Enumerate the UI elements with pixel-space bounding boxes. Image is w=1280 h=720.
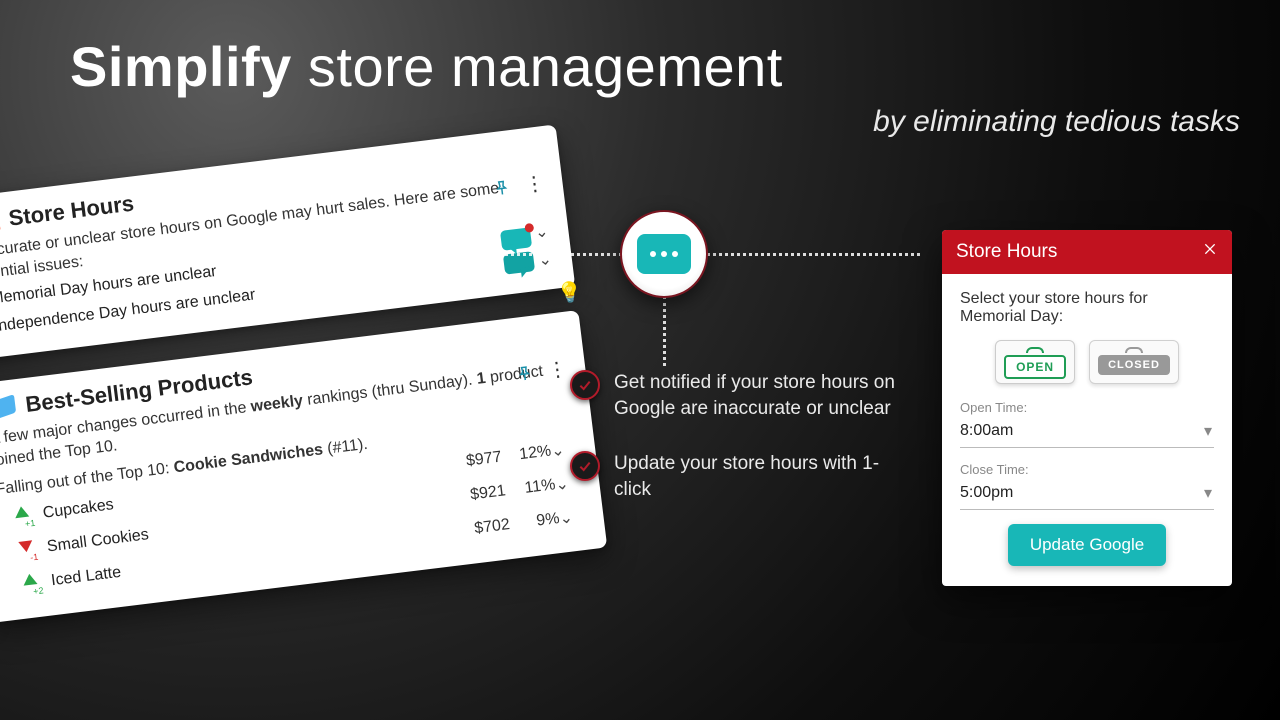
open-sign-icon: OPEN (0, 207, 1, 237)
open-time-select[interactable]: 8:00am ▾ (960, 417, 1214, 448)
card-stack: OPEN Store Hours ⋮ Inaccurate or unclear… (0, 124, 610, 646)
chevron-down-icon: ⌄ (558, 506, 584, 529)
connector-line (663, 296, 666, 366)
feature-bullet: Update your store hours with 1-click (570, 451, 900, 502)
connector-line (500, 253, 628, 256)
feature-bullets: Get notified if your store hours on Goog… (570, 370, 900, 503)
close-time-label: Close Time: (960, 462, 1214, 477)
chat-icon[interactable] (500, 228, 535, 275)
update-google-button[interactable]: Update Google (1008, 524, 1166, 566)
check-icon (570, 451, 600, 481)
product-pct: 11% (505, 476, 557, 500)
close-time-select[interactable]: 5:00pm ▾ (960, 479, 1214, 510)
open-label: OPEN (1004, 355, 1066, 379)
headline-main: Simplify store management (70, 34, 1240, 99)
delta: +1 (16, 517, 45, 530)
chat-center-icon (620, 210, 708, 298)
best-selling-card: Best-Selling Products ⋮ A few major chan… (0, 310, 607, 623)
close-time-field: Close Time: 5:00pm ▾ (960, 462, 1214, 510)
dialog-prompt: Select your store hours for Memorial Day… (960, 290, 1214, 326)
open-toggle[interactable]: OPEN (995, 340, 1075, 384)
t: weekly (250, 393, 304, 416)
closed-label: CLOSED (1098, 355, 1170, 375)
product-pct: 9% (509, 510, 561, 534)
store-hours-dialog: Store Hours Select your store hours for … (942, 230, 1232, 586)
caret-down-icon: ▾ (1204, 421, 1212, 441)
trend-up-icon (13, 499, 29, 519)
closed-toggle[interactable]: CLOSED (1089, 340, 1179, 384)
headline-rest: store management (292, 35, 783, 98)
headline-sub: by eliminating tedious tasks (70, 105, 1240, 139)
more-icon[interactable]: ⋮ (546, 356, 569, 383)
dialog-titlebar: Store Hours (942, 230, 1232, 274)
caret-down-icon: ▾ (1204, 483, 1212, 503)
connector-line (700, 253, 920, 256)
feature-bullet: Get notified if your store hours on Goog… (570, 370, 900, 421)
trend-up-icon (21, 566, 37, 586)
headline-bold: Simplify (70, 35, 292, 98)
t: (#11). (322, 436, 369, 458)
pin-icon[interactable] (515, 364, 535, 384)
chevron-down-icon: ⌄ (534, 221, 550, 242)
trend-down-icon (18, 540, 34, 560)
close-icon[interactable] (1202, 241, 1218, 263)
pin-icon[interactable] (492, 178, 512, 198)
headline: Simplify store management by eliminating… (70, 34, 1240, 139)
check-icon (570, 370, 600, 400)
product-pct: 12% (500, 442, 552, 466)
bullet-text: Update your store hours with 1-click (614, 451, 900, 502)
delta: +2 (24, 584, 53, 597)
open-time-label: Open Time: (960, 400, 1214, 415)
tag-icon (0, 394, 16, 422)
more-icon[interactable]: ⋮ (523, 170, 546, 197)
open-time-value: 8:00am (960, 422, 1013, 440)
product-price: $702 (439, 516, 511, 542)
open-time-field: Open Time: 8:00am ▾ (960, 400, 1214, 448)
product-price: $977 (431, 449, 503, 475)
bulb-icon: 💡 (556, 279, 584, 307)
bullet-text: Get notified if your store hours on Goog… (614, 370, 900, 421)
dialog-title: Store Hours (956, 241, 1057, 263)
product-price: $921 (435, 482, 507, 508)
close-time-value: 5:00pm (960, 484, 1013, 502)
